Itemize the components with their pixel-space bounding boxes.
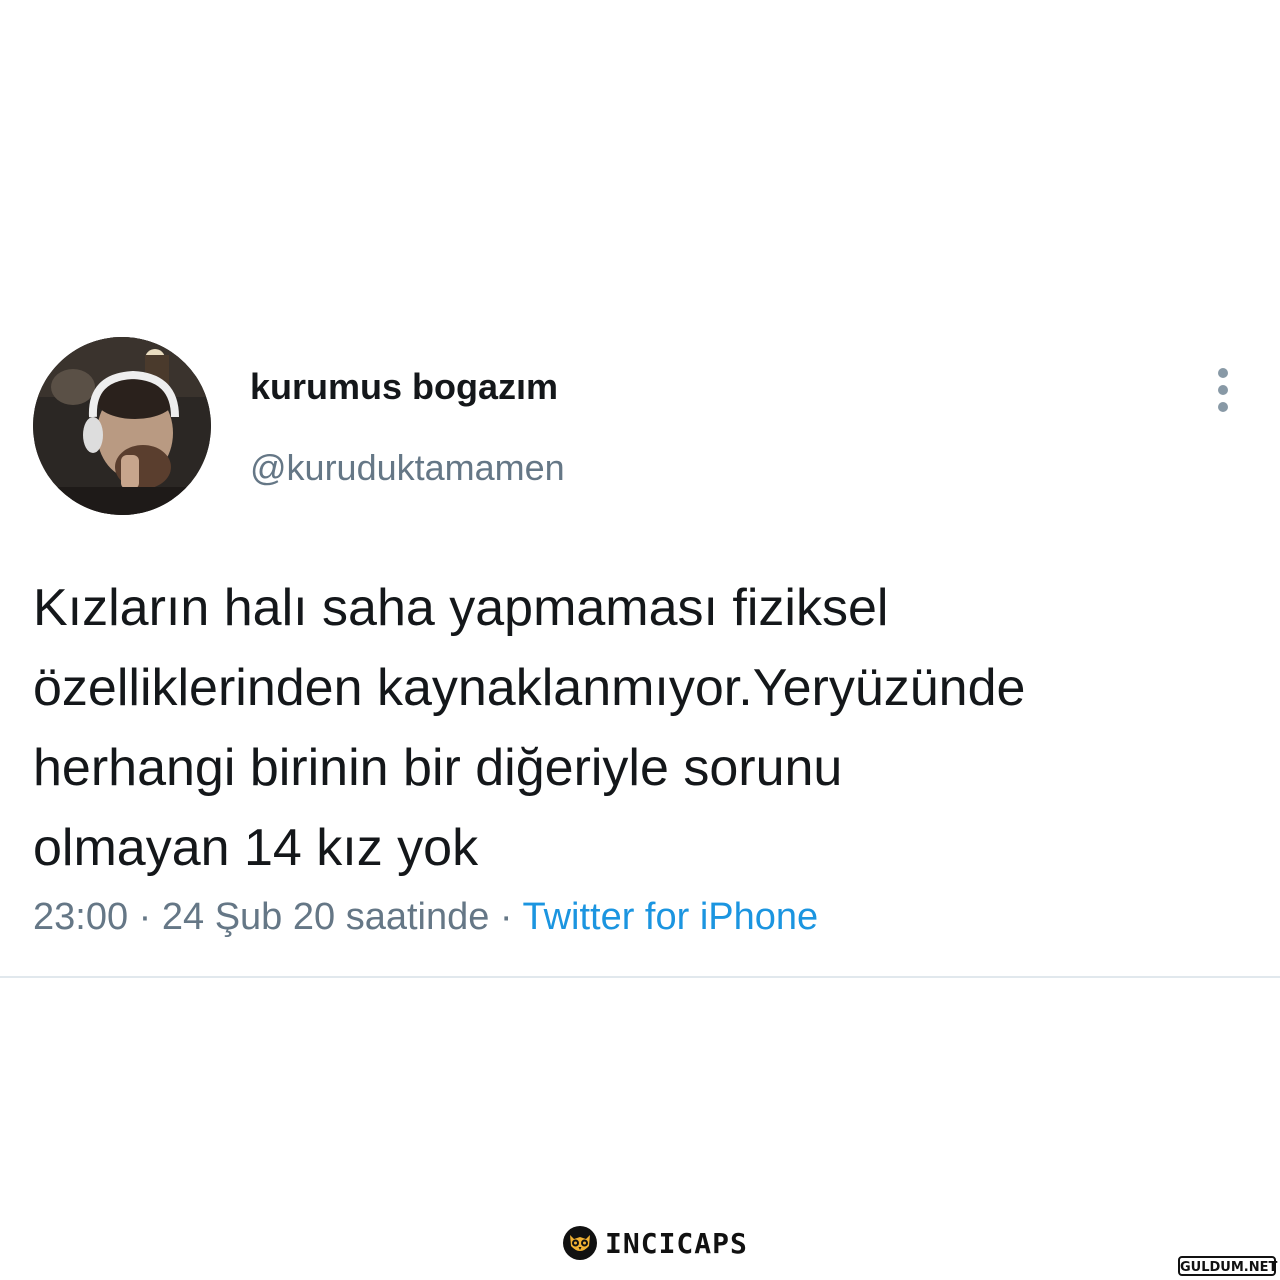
tweet-text-line: özelliklerinden kaynaklanmıyor.Yeryüzünd… <box>33 659 1026 717</box>
more-vertical-icon <box>1218 368 1228 378</box>
tweet-source-link[interactable]: Twitter for iPhone <box>522 896 818 938</box>
display-name[interactable]: kurumus bogazım <box>250 366 558 408</box>
meta-separator: · <box>128 896 162 938</box>
tweet-metadata: 23:00 · 24 Şub 20 saatinde · Twitter for… <box>33 896 818 939</box>
tweet-text-line: olmayan 14 kız yok <box>33 819 479 877</box>
brand-logo: INCICAPS <box>563 1226 748 1260</box>
more-vertical-icon <box>1218 402 1228 412</box>
brand-name: INCICAPS <box>605 1226 748 1260</box>
tweet-date[interactable]: 24 Şub 20 saatinde <box>162 896 490 938</box>
owl-icon <box>563 1226 597 1260</box>
user-avatar[interactable] <box>33 337 211 515</box>
tweet-text: Kızların halı saha yapmaması fiziksel öz… <box>33 568 1253 888</box>
more-vertical-icon <box>1218 385 1228 395</box>
divider <box>0 976 1280 978</box>
watermark: GULDUM.NET <box>1178 1256 1277 1276</box>
tweet-screenshot: kurumus bogazım @kuruduktamamen Kızların… <box>0 0 1280 1280</box>
tweet-time[interactable]: 23:00 <box>33 896 128 938</box>
more-options-button[interactable] <box>1206 368 1240 412</box>
tweet-text-line: Kızların halı saha yapmaması fiziksel <box>33 579 889 637</box>
avatar-photo-icon <box>33 337 211 515</box>
meta-separator: · <box>489 896 523 938</box>
tweet-text-line: herhangi birinin bir diğeriyle sorunu <box>33 739 843 797</box>
user-handle[interactable]: @kuruduktamamen <box>250 447 565 489</box>
